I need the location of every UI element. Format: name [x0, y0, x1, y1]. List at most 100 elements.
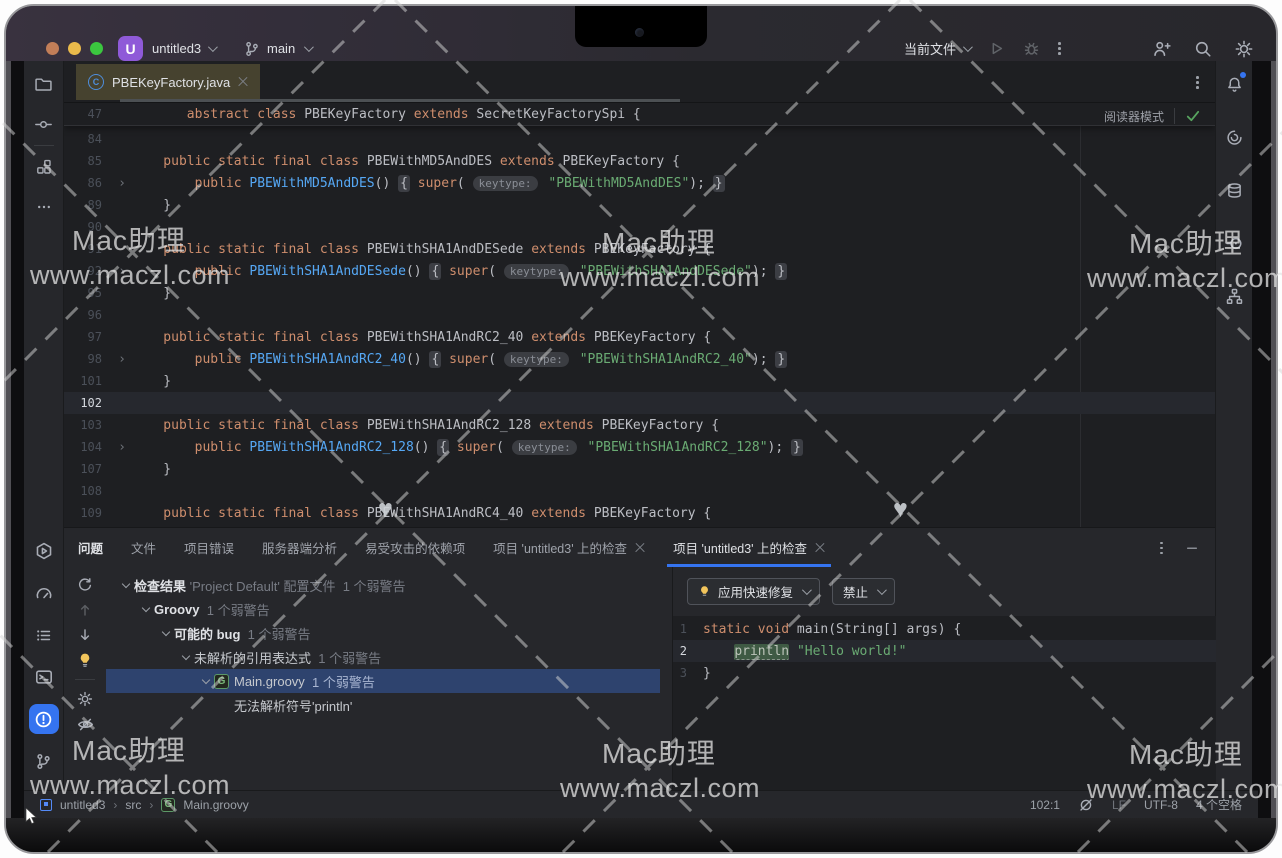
tree-row[interactable]: Groovy 1 个弱警告: [106, 597, 660, 621]
horizontal-scroll-indicator[interactable]: [120, 99, 680, 102]
code-line[interactable]: 47 abstract class PBEKeyFactory extends …: [64, 103, 1215, 125]
tab-vulnerable-dependencies[interactable]: 易受攻击的依赖项: [365, 528, 465, 567]
next-problem-icon[interactable]: [77, 627, 93, 643]
code-line[interactable]: 89 }: [64, 194, 1215, 216]
tab-inspection-result-1[interactable]: 项目 'untitled3' 上的检查: [493, 528, 645, 567]
tab-server-side-analysis[interactable]: 服务器端分析: [262, 528, 337, 567]
tab-project-errors[interactable]: 项目错误: [184, 528, 234, 567]
sticky-header-line[interactable]: 47 abstract class PBEKeyFactory extends …: [64, 103, 1215, 126]
run-icon[interactable]: [988, 40, 1005, 57]
code-line[interactable]: 86› public PBEWithMD5AndDES() { super( k…: [64, 172, 1215, 194]
dependencies-hierarchy-icon[interactable]: [1219, 281, 1249, 311]
tree-row[interactable]: 可能的 bug 1 个弱警告: [106, 621, 660, 645]
code-line[interactable]: 98› public PBEWithSHA1AndRC2_40() { supe…: [64, 348, 1215, 370]
window-minimize-button[interactable]: [68, 42, 81, 55]
fold-arrow-icon[interactable]: ›: [112, 352, 132, 367]
terminal-icon[interactable]: [29, 662, 59, 692]
suppress-button[interactable]: 禁止: [832, 578, 895, 605]
code-line[interactable]: 92› public PBEWithSHA1AndDESede() { supe…: [64, 260, 1215, 282]
line-separator[interactable]: LF: [1112, 798, 1126, 812]
code-line[interactable]: 90: [64, 216, 1215, 238]
code-line[interactable]: 97 public static final class PBEWithSHA1…: [64, 326, 1215, 348]
code-line[interactable]: 109 public static final class PBEWithSHA…: [64, 502, 1215, 524]
breadcrumb-file[interactable]: Main.groovy: [183, 798, 248, 812]
project-folder-icon[interactable]: [29, 69, 59, 99]
tree-chevron-icon[interactable]: [118, 584, 134, 587]
preview-eye-icon[interactable]: [77, 716, 94, 733]
code-line[interactable]: 85 public static final class PBEWithMD5A…: [64, 150, 1215, 172]
window-close-button[interactable]: [46, 42, 59, 55]
database-icon[interactable]: [1219, 175, 1249, 205]
fold-arrow-icon[interactable]: ›: [112, 264, 132, 279]
code-line[interactable]: 104› public PBEWithSHA1AndRC2_128() { su…: [64, 436, 1215, 458]
collaborate-add-user-icon[interactable]: [1153, 40, 1171, 58]
debug-bug-icon[interactable]: [1023, 40, 1040, 57]
run-configuration-selector[interactable]: 当前文件: [904, 39, 970, 58]
breadcrumb-project[interactable]: untitled3: [60, 798, 105, 812]
code-line[interactable]: 2 println "Hello world!": [673, 640, 1216, 662]
code-line[interactable]: 102: [64, 392, 1215, 414]
code-editor[interactable]: 47 abstract class PBEKeyFactory extends …: [64, 103, 1215, 527]
tab-close-icon[interactable]: [238, 77, 248, 87]
code-line[interactable]: 95 }: [64, 282, 1215, 304]
services-icon[interactable]: [29, 536, 59, 566]
more-tool-windows-icon[interactable]: [29, 192, 59, 222]
code-line[interactable]: 101 }: [64, 370, 1215, 392]
tab-close-icon[interactable]: [815, 543, 825, 553]
code-line[interactable]: 96: [64, 304, 1215, 326]
settings-gear-icon[interactable]: [1235, 40, 1253, 58]
version-control-icon[interactable]: [29, 746, 59, 776]
quickfix-bulb-icon[interactable]: [77, 652, 93, 668]
reader-mode-widget[interactable]: 阅读器模式: [1104, 105, 1201, 127]
editor-options-kebab-icon[interactable]: [1196, 76, 1199, 89]
tab-files[interactable]: 文件: [131, 528, 156, 567]
more-actions-icon[interactable]: [1058, 42, 1061, 55]
tab-close-icon[interactable]: [635, 543, 645, 553]
gradle-icon[interactable]: [1219, 228, 1249, 258]
inspections-ok-check-icon[interactable]: [1185, 108, 1201, 124]
tree-row[interactable]: 未解析的引用表达式 1 个弱警告: [106, 645, 660, 669]
code-line[interactable]: 1static void main(String[] args) {: [673, 618, 1216, 640]
tree-row[interactable]: GMain.groovy 1 个弱警告: [106, 669, 660, 693]
project-selector[interactable]: untitled3: [152, 36, 215, 61]
commit-icon[interactable]: [29, 109, 59, 139]
preview-code-editor[interactable]: 1static void main(String[] args) {2 prin…: [673, 616, 1216, 790]
tool-window-title[interactable]: 问题: [78, 528, 103, 567]
code-line[interactable]: 108: [64, 480, 1215, 502]
search-everywhere-icon[interactable]: [1194, 40, 1212, 58]
todo-list-icon[interactable]: [29, 620, 59, 650]
fold-arrow-icon[interactable]: ›: [112, 176, 132, 191]
tree-chevron-icon[interactable]: [198, 680, 214, 683]
tree-row[interactable]: 检查结果 'Project Default' 配置文件 1 个弱警告: [106, 573, 660, 597]
code-line[interactable]: 103 public static final class PBEWithSHA…: [64, 414, 1215, 436]
code-line[interactable]: 107 }: [64, 458, 1215, 480]
branch-selector[interactable]: main: [244, 36, 311, 61]
structure-icon[interactable]: [29, 152, 59, 182]
tool-window-options-kebab-icon[interactable]: [1160, 542, 1163, 555]
tree-chevron-icon[interactable]: [138, 608, 154, 611]
code-line[interactable]: 84: [64, 128, 1215, 150]
breadcrumb-src[interactable]: src: [125, 798, 141, 812]
fold-arrow-icon[interactable]: ›: [112, 440, 132, 455]
tree-chevron-icon[interactable]: [158, 632, 174, 635]
tree-chevron-icon[interactable]: [178, 656, 194, 659]
file-encoding[interactable]: UTF-8: [1144, 798, 1178, 812]
rerun-inspection-icon[interactable]: [77, 577, 93, 593]
highlighting-level-icon[interactable]: [1078, 797, 1094, 813]
window-zoom-button[interactable]: [90, 42, 103, 55]
indent-style[interactable]: 4 个空格: [1196, 796, 1242, 813]
tab-inspection-result-2[interactable]: 项目 'untitled3' 上的检查: [673, 528, 825, 567]
project-badge[interactable]: U: [118, 36, 143, 61]
code-line[interactable]: 91 public static final class PBEWithSHA1…: [64, 238, 1215, 260]
editor-tab-active[interactable]: C PBEKeyFactory.java: [76, 64, 260, 100]
code-line[interactable]: 3}: [673, 662, 1216, 684]
problems-icon[interactable]: [29, 704, 59, 734]
apply-quickfix-button[interactable]: 应用快速修复: [687, 578, 820, 605]
minimize-tool-window-icon[interactable]: [1185, 541, 1199, 555]
caret-position[interactable]: 102:1: [1030, 798, 1060, 812]
previous-problem-icon[interactable]: [77, 602, 93, 618]
notifications-bell-icon[interactable]: [1219, 69, 1249, 99]
ai-assistant-icon[interactable]: [1219, 122, 1249, 152]
inspection-settings-gear-icon[interactable]: [77, 691, 93, 707]
profiler-icon[interactable]: [29, 578, 59, 608]
